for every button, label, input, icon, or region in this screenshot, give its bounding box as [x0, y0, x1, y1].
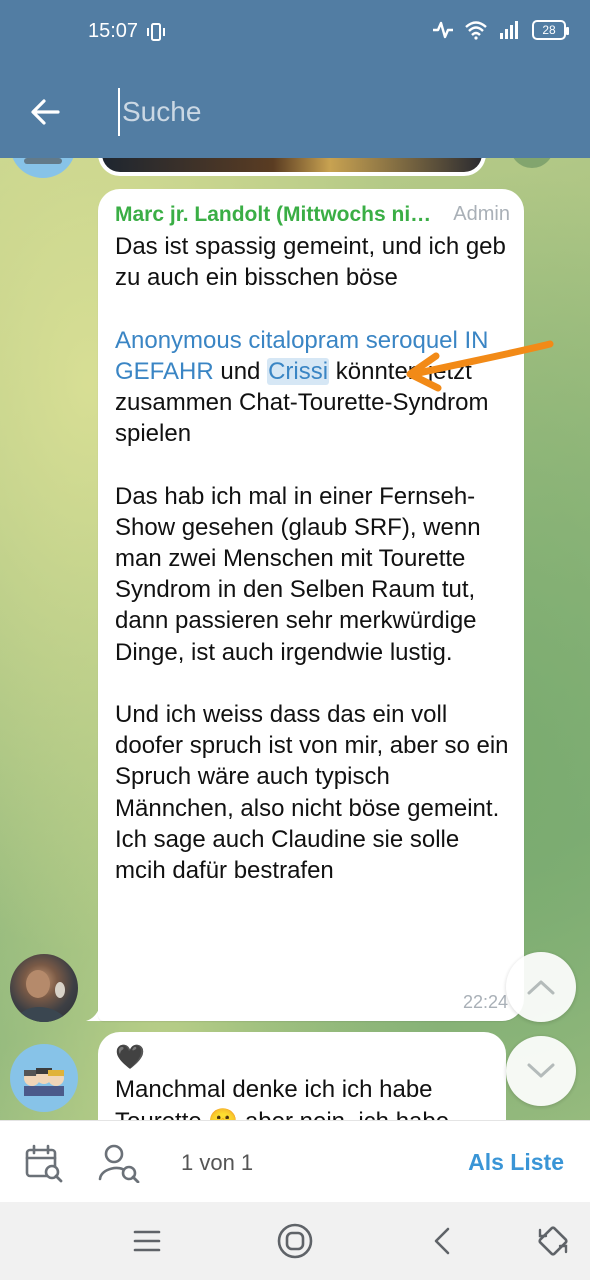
home-icon[interactable]: [276, 1222, 314, 1260]
user-search-icon[interactable]: [98, 1143, 140, 1183]
message-time: 22:24: [462, 992, 508, 1012]
vibrate-icon: [147, 23, 165, 41]
chevron-down-icon: [527, 1063, 555, 1078]
status-icons: 28: [432, 20, 569, 40]
menu-icon[interactable]: [128, 1222, 166, 1260]
message-line: Manchmal denke ich ich habe: [115, 1076, 433, 1103]
search-next-button[interactable]: [506, 1036, 576, 1106]
activity-icon: [433, 21, 453, 39]
battery-icon: 28: [532, 20, 569, 40]
signal-icon: [500, 21, 518, 39]
mention-link-highlighted[interactable]: Crissi: [267, 357, 330, 385]
status-time: 15:07: [88, 20, 139, 42]
show-as-list-button[interactable]: Als Liste: [468, 1149, 564, 1176]
wifi-icon: [465, 21, 487, 40]
message-paragraph: Und ich weiss dass das ein voll doofer s…: [115, 701, 509, 885]
chevron-up-icon: [527, 980, 555, 995]
arrow-left-icon[interactable]: [24, 90, 68, 134]
search-input[interactable]: [118, 88, 518, 136]
calendar-search-icon[interactable]: [24, 1143, 64, 1183]
message-text: 🖤 Manchmal denke ich ich habe Tourette 🤫…: [115, 1042, 495, 1132]
search-result-counter: 1 von 1: [181, 1150, 254, 1175]
avatar[interactable]: [10, 954, 78, 1022]
message-bubble[interactable]: 🖤 Manchmal denke ich ich habe Tourette 🤫…: [98, 1032, 506, 1132]
avatar[interactable]: [10, 1044, 78, 1112]
search-prev-button[interactable]: [506, 952, 576, 1022]
system-navigation-bar: [0, 1202, 590, 1280]
message-paragraph: Das ist spassig gemeint, und ich geb zu …: [115, 233, 506, 292]
search-results-bar: 1 von 1 Als Liste: [0, 1120, 590, 1202]
rotate-icon[interactable]: [534, 1222, 572, 1260]
search-bar[interactable]: [118, 88, 518, 136]
message-text-fragment: und: [213, 357, 268, 385]
app-bar: 15:07 28: [0, 0, 590, 158]
sender-name[interactable]: Marc jr. Landolt (Mittwochs ni…: [115, 203, 445, 227]
message-paragraph: Das hab ich mal in einer Fernseh-Show ge…: [115, 482, 481, 666]
back-nav-icon[interactable]: [424, 1222, 462, 1260]
orange-arrow-annotation: [406, 340, 554, 392]
admin-badge: Admin: [453, 203, 510, 225]
message-bubble[interactable]: Marc jr. Landolt (Mittwochs ni… Admin Da…: [98, 189, 524, 1021]
message-line: 🖤: [115, 1044, 145, 1071]
